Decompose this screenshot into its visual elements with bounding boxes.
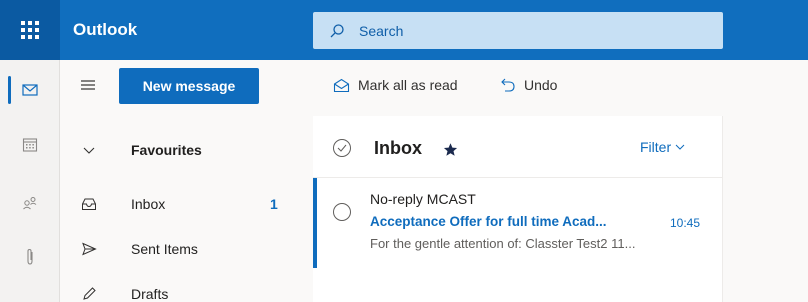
pencil-icon bbox=[80, 285, 98, 302]
message-list: Inbox Filter No-reply MCAST Acceptance O… bbox=[313, 116, 723, 302]
folder-label: Sent Items bbox=[131, 241, 198, 257]
chevron-down-icon bbox=[80, 141, 98, 159]
rail-calendar[interactable] bbox=[0, 120, 60, 170]
command-bar: Mark all as read Undo bbox=[313, 60, 808, 116]
rail-files[interactable] bbox=[0, 232, 60, 282]
favourites-label: Favourites bbox=[131, 142, 202, 158]
message-preview: For the gentle attention of: Classter Te… bbox=[370, 236, 636, 251]
folder-title: Inbox bbox=[374, 138, 422, 158]
unread-indicator bbox=[313, 178, 317, 268]
rail-people[interactable] bbox=[0, 178, 60, 228]
people-icon bbox=[23, 197, 37, 210]
reading-pane bbox=[723, 116, 808, 302]
new-message-button[interactable]: New message bbox=[119, 68, 259, 104]
message-list-header: Inbox Filter bbox=[313, 116, 723, 178]
favourites-header[interactable]: Favourites bbox=[60, 130, 313, 170]
favorite-star-icon[interactable] bbox=[443, 142, 458, 157]
collapse-nav-button[interactable] bbox=[80, 78, 96, 97]
app-rail bbox=[0, 60, 60, 302]
send-icon bbox=[80, 240, 98, 258]
unread-count: 1 bbox=[270, 196, 278, 212]
search-placeholder: Search bbox=[359, 22, 404, 39]
app-launcher-button[interactable] bbox=[0, 0, 60, 60]
folder-item-drafts[interactable]: Drafts bbox=[60, 274, 313, 302]
inbox-icon bbox=[80, 195, 98, 213]
rail-active-indicator bbox=[8, 76, 11, 104]
app-title[interactable]: Outlook bbox=[73, 20, 137, 40]
chevron-down-icon bbox=[675, 144, 685, 150]
open-envelope-icon bbox=[333, 78, 350, 92]
folder-item-inbox[interactable]: Inbox 1 bbox=[60, 184, 313, 224]
message-subject: Acceptance Offer for full time Acad... bbox=[370, 214, 607, 229]
filter-label: Filter bbox=[640, 139, 672, 155]
mail-icon bbox=[22, 84, 38, 96]
folder-pane: New message Favourites Inbox 1 Sent Item… bbox=[60, 60, 313, 302]
undo-button[interactable]: Undo bbox=[500, 77, 557, 93]
select-message-checkbox[interactable] bbox=[332, 202, 352, 222]
waffle-icon bbox=[21, 21, 39, 39]
hamburger-icon bbox=[81, 80, 95, 90]
message-item[interactable]: No-reply MCAST Acceptance Offer for full… bbox=[313, 178, 722, 268]
mark-all-read-label: Mark all as read bbox=[358, 77, 458, 93]
folder-label: Inbox bbox=[131, 196, 166, 212]
search-box[interactable]: Search bbox=[313, 12, 723, 49]
calendar-icon bbox=[22, 138, 38, 152]
undo-label: Undo bbox=[524, 77, 558, 93]
top-bar: Outlook Search bbox=[0, 0, 808, 60]
rail-mail[interactable] bbox=[0, 65, 60, 115]
attachment-icon bbox=[27, 248, 33, 265]
filter-button[interactable]: Filter bbox=[640, 139, 685, 155]
select-all-icon[interactable] bbox=[332, 138, 352, 158]
folder-item-sent[interactable]: Sent Items bbox=[60, 229, 313, 269]
folder-label: Drafts bbox=[131, 286, 169, 302]
message-time: 10:45 bbox=[670, 216, 701, 230]
message-sender: No-reply MCAST bbox=[370, 191, 476, 207]
undo-icon bbox=[501, 78, 515, 92]
mark-all-read-button[interactable]: Mark all as read bbox=[333, 77, 458, 93]
search-icon bbox=[330, 23, 344, 37]
